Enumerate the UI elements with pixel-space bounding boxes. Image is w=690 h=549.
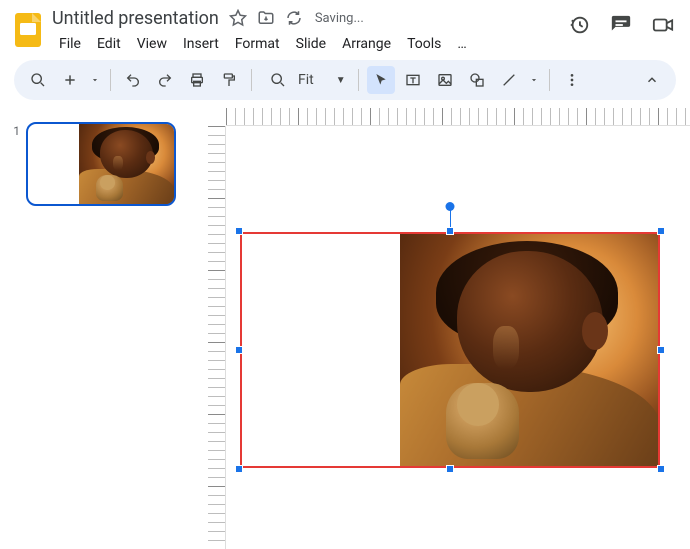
slides-logo — [12, 10, 44, 50]
slide-thumbnail-1[interactable] — [26, 122, 176, 206]
selection-outline — [240, 232, 660, 468]
print-icon[interactable] — [183, 66, 211, 94]
collapse-toolbar-icon[interactable] — [638, 66, 666, 94]
select-tool-icon[interactable] — [367, 66, 395, 94]
move-to-folder-icon[interactable] — [257, 9, 275, 27]
shape-icon[interactable] — [463, 66, 491, 94]
separator — [549, 69, 550, 91]
new-slide-dropdown-icon[interactable] — [88, 66, 102, 94]
slide-panel: 1 — [0, 108, 200, 549]
resize-handle-s[interactable] — [446, 465, 454, 473]
resize-handle-ne[interactable] — [657, 227, 665, 235]
zoom-control[interactable]: Fit ▼ — [260, 66, 350, 94]
more-tools-icon[interactable] — [558, 66, 586, 94]
menu-edit[interactable]: Edit — [90, 32, 128, 56]
zoom-label: Fit — [296, 72, 316, 88]
menu-file[interactable]: File — [52, 32, 88, 56]
new-slide-icon[interactable] — [56, 66, 84, 94]
menu-view[interactable]: View — [130, 32, 174, 56]
resize-handle-n[interactable] — [446, 227, 454, 235]
slide-number: 1 — [8, 124, 20, 138]
undo-icon[interactable] — [119, 66, 147, 94]
resize-handle-se[interactable] — [657, 465, 665, 473]
ruler-horizontal — [226, 108, 690, 126]
menu-insert[interactable]: Insert — [176, 32, 226, 56]
textbox-icon[interactable] — [399, 66, 427, 94]
zoom-icon — [264, 66, 292, 94]
resize-handle-sw[interactable] — [235, 465, 243, 473]
separator — [358, 69, 359, 91]
saving-status: Saving... — [315, 11, 364, 26]
menu-format[interactable]: Format — [228, 32, 287, 56]
slide-thumbnail-row: 1 — [8, 122, 192, 206]
menu-overflow[interactable]: … — [450, 32, 473, 56]
resize-handle-nw[interactable] — [235, 227, 243, 235]
redo-icon[interactable] — [151, 66, 179, 94]
menu-slide[interactable]: Slide — [289, 32, 333, 56]
separator — [251, 69, 252, 91]
doc-title[interactable]: Untitled presentation — [52, 8, 219, 29]
menu-tools[interactable]: Tools — [400, 32, 448, 56]
version-history-icon[interactable] — [568, 14, 590, 36]
chevron-down-icon: ▼ — [320, 75, 346, 86]
comments-icon[interactable] — [610, 14, 632, 36]
rotation-handle[interactable] — [446, 202, 455, 211]
meet-icon[interactable] — [652, 14, 674, 36]
slide-canvas[interactable] — [200, 108, 690, 549]
paint-format-icon[interactable] — [215, 66, 243, 94]
ruler-vertical — [208, 126, 226, 549]
line-dropdown-icon[interactable] — [527, 66, 541, 94]
separator — [110, 69, 111, 91]
insert-image-icon[interactable] — [431, 66, 459, 94]
line-icon[interactable] — [495, 66, 523, 94]
cloud-sync-icon[interactable] — [285, 9, 303, 27]
star-icon[interactable] — [229, 9, 247, 27]
selected-image[interactable] — [240, 232, 660, 468]
resize-handle-w[interactable] — [235, 346, 243, 354]
menu-bar: File Edit View Insert Format Slide Arran… — [52, 32, 474, 56]
resize-handle-e[interactable] — [657, 346, 665, 354]
search-menus-icon[interactable] — [24, 66, 52, 94]
menu-arrange[interactable]: Arrange — [335, 32, 398, 56]
toolbar: Fit ▼ — [14, 60, 676, 100]
